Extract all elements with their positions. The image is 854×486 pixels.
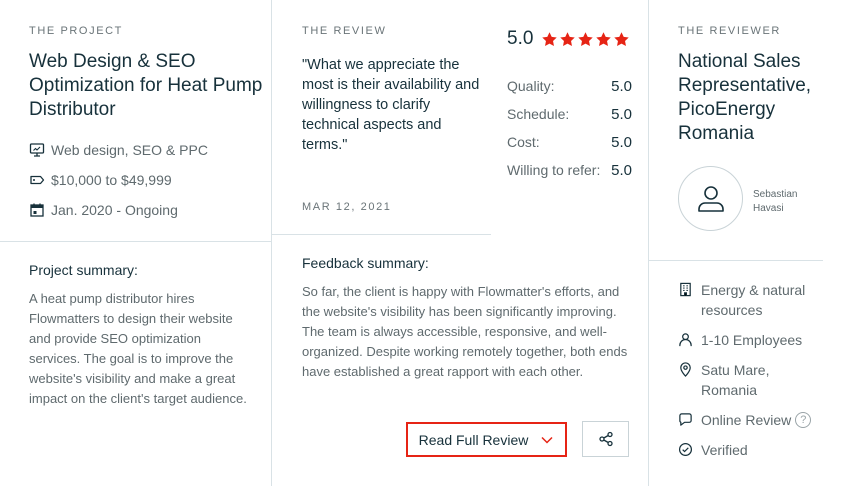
rating-schedule: Schedule: 5.0 (507, 106, 632, 123)
star-icon (578, 31, 594, 46)
rating-quality: Quality: 5.0 (507, 78, 632, 95)
review-quote: "What we appreciate the most is their av… (302, 57, 480, 153)
star-icon (614, 31, 630, 46)
price-tag-icon (30, 175, 45, 185)
review-eyebrow: THE REVIEW (302, 25, 387, 37)
location-pin-icon (680, 362, 691, 377)
rating-willing-to-refer: Willing to refer: 5.0 (507, 162, 632, 179)
chevron-down-icon (541, 436, 553, 444)
review-column: THE REVIEW "What we appreciate the most … (271, 0, 649, 486)
share-button[interactable] (582, 421, 629, 457)
reviewer-divider (649, 260, 823, 261)
rating-value: 5.0 (611, 78, 632, 95)
feedback-summary-text: So far, the client is happy with Flowmat… (302, 284, 628, 379)
project-divider (0, 241, 271, 242)
chat-bubble-icon (679, 413, 692, 426)
reviewer-employees: 1-10 Employees (678, 330, 802, 350)
reviewer-industry-text: Energy & natural resources (701, 282, 806, 318)
reviewer-review-type: Online Review ? (678, 410, 812, 430)
project-summary-label: Project summary: (29, 262, 138, 278)
reviewer-eyebrow: THE REVIEWER (678, 25, 781, 37)
star-icon (542, 31, 558, 46)
feedback-summary-label: Feedback summary: (302, 255, 429, 271)
project-dates: Jan. 2020 - Ongoing (29, 202, 178, 218)
overall-rating: 5.0 (507, 28, 631, 50)
rating-label: Cost: (507, 134, 540, 150)
star-icon (560, 31, 576, 46)
project-column: THE PROJECT Web Design & SEO Optimizatio… (0, 0, 271, 486)
read-full-review-button[interactable]: Read Full Review (406, 422, 567, 457)
review-divider (272, 234, 491, 235)
rating-value: 5.0 (611, 134, 632, 151)
reviewer-verified: Verified (678, 440, 748, 460)
reviewer-location: Satu Mare, Romania (678, 360, 828, 400)
read-full-review-label: Read Full Review (418, 431, 529, 448)
project-eyebrow: THE PROJECT (29, 25, 123, 37)
check-circle-icon (678, 442, 693, 457)
project-summary-text: A heat pump distributor hires Flowmatter… (29, 291, 247, 406)
reviewer-title: National Sales Representative, PicoEnerg… (678, 51, 812, 144)
avatar (678, 166, 743, 231)
star-icon (596, 31, 612, 46)
monitor-icon (29, 143, 45, 157)
calendar-icon (30, 203, 44, 217)
rating-label: Schedule: (507, 106, 570, 122)
reviewer-employees-text: 1-10 Employees (701, 332, 803, 348)
overall-score: 5.0 (507, 28, 534, 49)
project-title: Web Design & SEO Optimization for Heat P… (29, 51, 263, 120)
project-budget-text: $10,000 to $49,999 (51, 172, 172, 188)
rating-cost: Cost: 5.0 (507, 134, 632, 151)
rating-value: 5.0 (611, 106, 632, 123)
reviewer-industry: Energy & natural resources (678, 280, 828, 320)
share-icon (598, 431, 613, 447)
project-services-text: Web design, SEO & PPC (51, 142, 208, 158)
reviewer-location-text: Satu Mare, Romania (701, 362, 770, 398)
star-rating (541, 31, 631, 48)
reviewer-column: THE REVIEWER National Sales Representati… (649, 0, 854, 486)
project-services: Web design, SEO & PPC (29, 142, 208, 158)
rating-label: Quality: (507, 78, 555, 94)
building-icon (680, 282, 691, 297)
person-icon (679, 333, 692, 347)
reviewer-verified-text: Verified (701, 442, 748, 458)
reviewer-review-type-text: Online Review (701, 412, 792, 428)
project-budget: $10,000 to $49,999 (29, 172, 172, 188)
review-date: MAR 12, 2021 (302, 201, 392, 213)
user-icon (697, 185, 724, 212)
project-dates-text: Jan. 2020 - Ongoing (51, 202, 178, 218)
help-icon[interactable]: ? (795, 412, 812, 428)
rating-label: Willing to refer: (507, 162, 601, 178)
rating-value: 5.0 (611, 162, 632, 179)
reviewer-name: Sebastian Havasi (753, 189, 798, 214)
